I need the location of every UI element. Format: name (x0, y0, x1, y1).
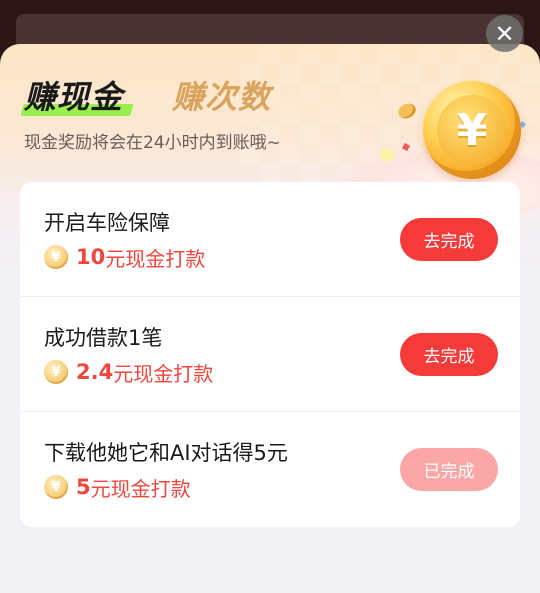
task-row: 下载他她它和AI对话得5元 ¥ 5 元现金打款 已完成 (20, 412, 520, 527)
gold-coin-icon: ¥ (423, 81, 521, 179)
tab-earn-cash[interactable]: 赚现金 (24, 77, 123, 117)
sparkle-decoration (380, 148, 394, 162)
task-row: 开启车险保障 ¥ 10 元现金打款 去完成 (20, 182, 520, 297)
coin-icon: ¥ (44, 360, 68, 384)
task-title: 成功借款1笔 (44, 326, 163, 350)
reward-text: 元现金打款 (113, 361, 214, 386)
task-reward: ¥ 10 元现金打款 (44, 244, 206, 271)
subtitle: 现金奖励将会在24小时内到账哦~ (24, 133, 281, 153)
reward-amount: 5 (76, 475, 91, 499)
go-complete-button[interactable]: 去完成 (400, 333, 498, 376)
task-title: 开启车险保障 (44, 211, 170, 235)
reward-text: 元现金打款 (105, 246, 206, 271)
close-button[interactable]: ✕ (486, 15, 523, 52)
task-reward: ¥ 2.4 元现金打款 (44, 359, 214, 386)
completed-button[interactable]: 已完成 (400, 448, 498, 491)
coin-icon: ¥ (44, 475, 68, 499)
task-list: 开启车险保障 ¥ 10 元现金打款 去完成 成功借款1笔 ¥ 2.4 元现金打款… (20, 182, 520, 527)
task-title: 下载他她它和AI对话得5元 (44, 441, 288, 465)
task-reward: ¥ 5 元现金打款 (44, 474, 191, 501)
task-row: 成功借款1笔 ¥ 2.4 元现金打款 去完成 (20, 297, 520, 412)
yen-symbol: ¥ (437, 95, 507, 165)
reward-amount: 2.4 (76, 360, 114, 384)
coin-icon: ¥ (44, 245, 68, 269)
tab-earn-times[interactable]: 赚次数 (172, 77, 271, 117)
go-complete-button[interactable]: 去完成 (400, 218, 498, 261)
reward-amount: 10 (76, 245, 106, 269)
reward-text: 元现金打款 (90, 476, 191, 501)
